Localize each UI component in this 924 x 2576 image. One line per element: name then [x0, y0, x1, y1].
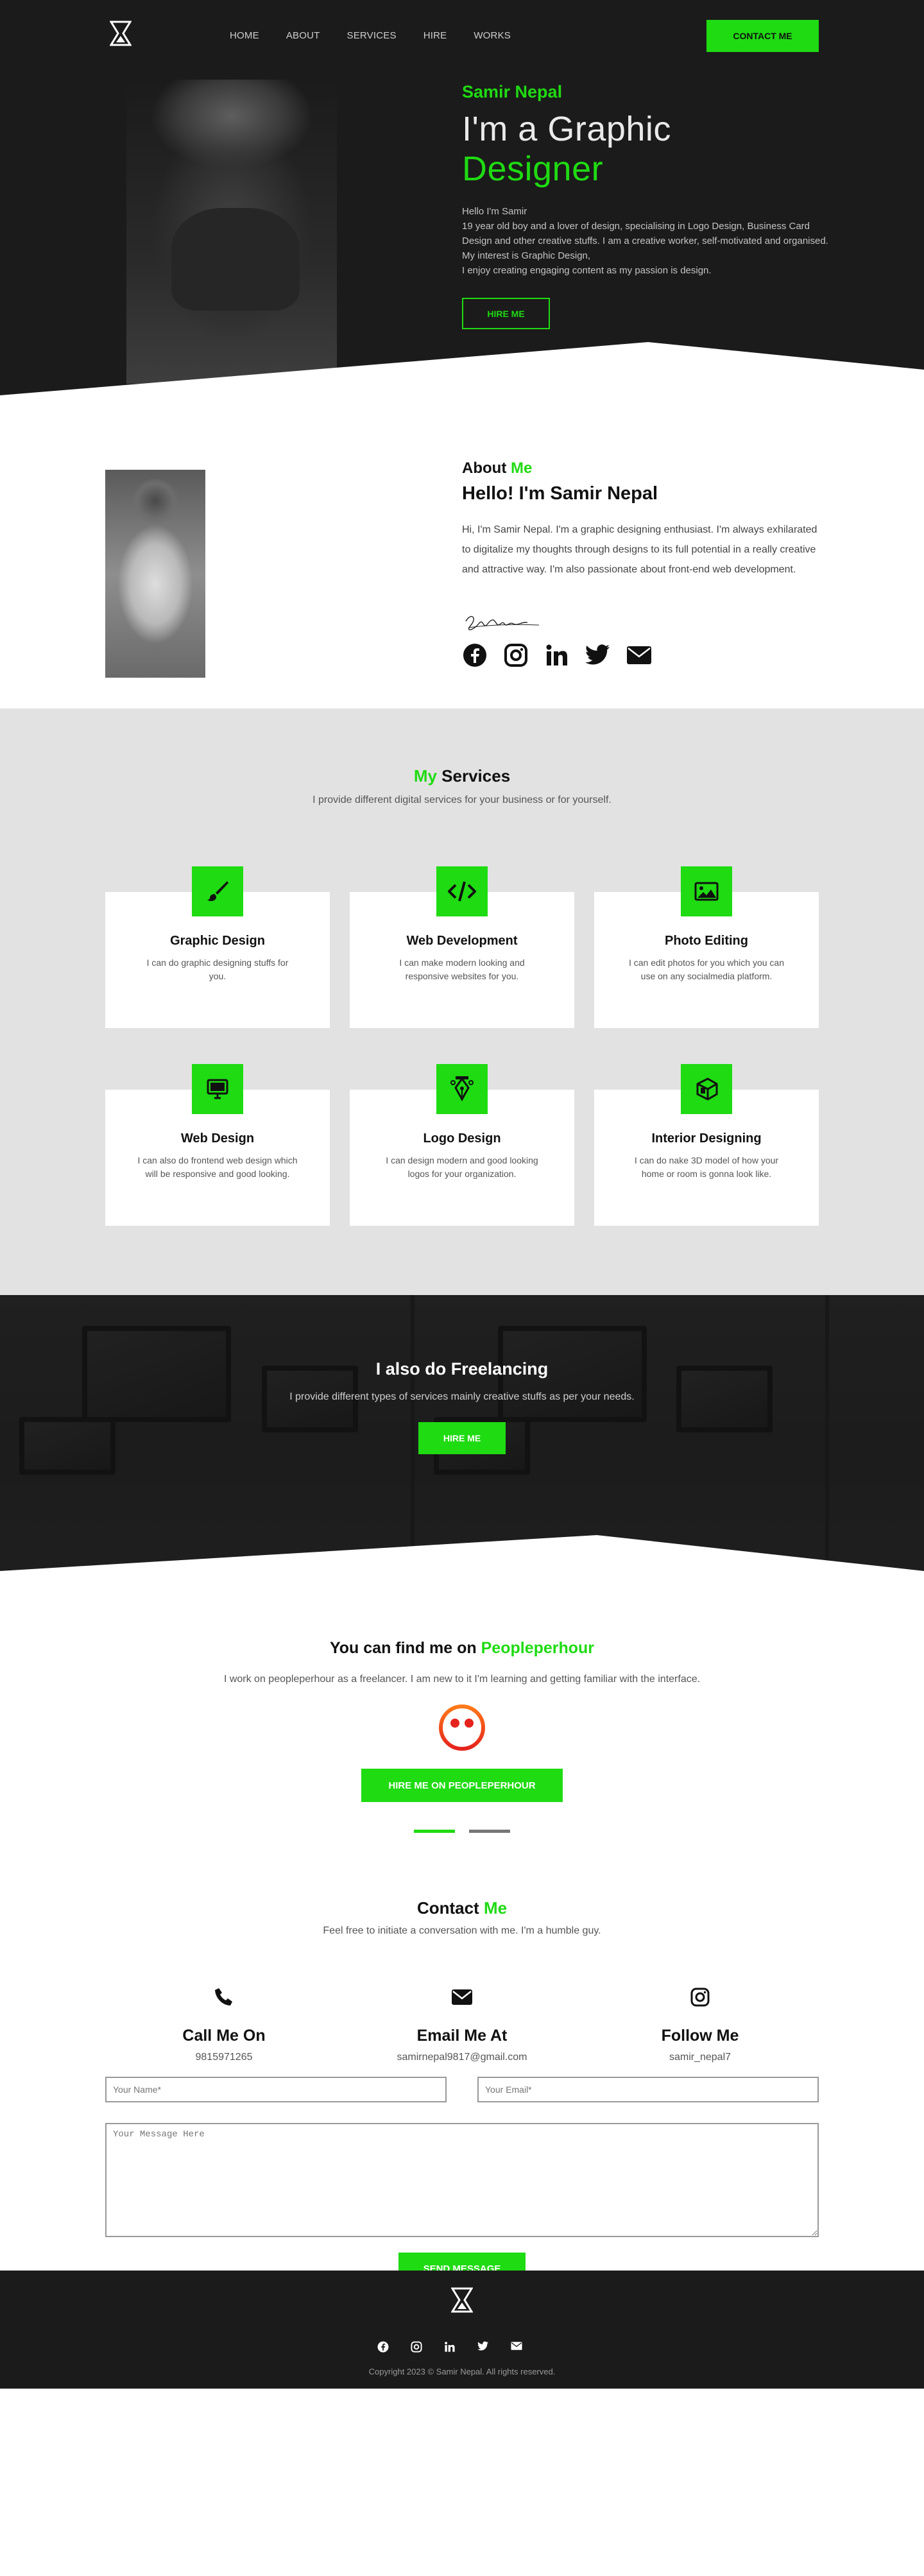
- service-card: Photo Editing I can edit photos for you …: [594, 866, 819, 1028]
- contact-title-a: Contact: [416, 1898, 484, 1918]
- services-title-b: Services: [436, 766, 511, 786]
- slider-indicator[interactable]: [469, 1830, 510, 1833]
- service-title: Web Development: [406, 934, 518, 948]
- instagram-icon[interactable]: [503, 642, 529, 668]
- copyright-text: Copyright 2023 © Samir Nepal. All rights…: [368, 2367, 556, 2376]
- contact-title: Contact Me: [0, 1898, 924, 1918]
- service-card: Web Development I can make modern lookin…: [350, 866, 574, 1028]
- peopleperhour-logo-icon: [439, 1704, 485, 1751]
- contact-email-value: samirnepal9817@gmail.com: [397, 2052, 527, 2063]
- contact-call: Call Me On 9815971265: [121, 1984, 327, 2063]
- linkedin-icon[interactable]: [544, 642, 570, 668]
- message-textarea[interactable]: [105, 2123, 819, 2237]
- logo-icon[interactable]: [451, 2287, 473, 2313]
- monitor-icon: [192, 1064, 243, 1114]
- email-input[interactable]: [477, 2077, 819, 2102]
- about-subheading: Hello! I'm Samir Nepal: [462, 483, 658, 504]
- service-title: Interior Designing: [651, 1131, 762, 1146]
- contact-call-title: Call Me On: [182, 2027, 266, 2045]
- about-heading-b: Me: [510, 459, 533, 477]
- about-text: Hi, I'm Samir Nepal. I'm a graphic desig…: [462, 524, 817, 575]
- footer: Copyright 2023 © Samir Nepal. All rights…: [0, 2271, 924, 2389]
- pen-nib-icon: [436, 1064, 488, 1114]
- phone-icon: [121, 1984, 327, 2010]
- envelope-icon[interactable]: [626, 642, 652, 668]
- hire-peopleperhour-button[interactable]: HIRE ME ON PEOPLEPERHOUR: [361, 1769, 563, 1802]
- service-desc: I can do graphic designing stuffs for yo…: [146, 957, 289, 981]
- services-section: My Services I provide different digital …: [0, 708, 924, 1295]
- freelance-section: I also do Freelancing I provide differen…: [0, 1295, 924, 1577]
- twitter-icon[interactable]: [585, 642, 611, 668]
- brush-icon: [192, 866, 243, 916]
- peopleperhour-section: You can find me on Peopleperhour I work …: [0, 1577, 924, 1868]
- image-icon: [681, 866, 732, 916]
- contact-email: Email Me At samirnepal9817@gmail.com: [359, 1984, 565, 2063]
- services-title: My Services: [0, 766, 924, 786]
- contact-email-title: Email Me At: [416, 2027, 508, 2045]
- hero-divider: [0, 342, 924, 395]
- service-title: Photo Editing: [665, 934, 748, 948]
- contact-phone-value: 9815971265: [195, 2052, 253, 2063]
- envelope-icon[interactable]: [511, 2341, 522, 2353]
- name-input[interactable]: [105, 2077, 447, 2102]
- services-subtitle: I provide different digital services for…: [312, 794, 612, 805]
- contact-follow: Follow Me samir_nepal7: [597, 1984, 803, 2063]
- service-title: Web Design: [180, 1131, 255, 1146]
- slider-indicator-active[interactable]: [414, 1830, 455, 1833]
- service-desc: I can edit photos for you which you can …: [628, 957, 785, 981]
- pph-title-a: You can find me on: [329, 1639, 481, 1657]
- envelope-icon: [359, 1984, 565, 2010]
- signature-icon: [465, 615, 540, 630]
- instagram-icon[interactable]: [411, 2341, 422, 2353]
- instagram-icon: [597, 1984, 803, 2010]
- service-card: Graphic Design I can do graphic designin…: [105, 866, 330, 1028]
- service-desc: I can do nake 3D model of how your home …: [634, 1155, 779, 1179]
- service-desc: I can also do frontend web design which …: [137, 1155, 298, 1179]
- contact-title-b: Me: [483, 1898, 508, 1918]
- twitter-icon[interactable]: [477, 2341, 489, 2353]
- about-socials: [462, 642, 652, 668]
- service-card: Interior Designing I can do nake 3D mode…: [594, 1064, 819, 1226]
- freelance-divider: [0, 1535, 924, 1577]
- facebook-icon[interactable]: [462, 642, 488, 668]
- service-title: Logo Design: [423, 1131, 501, 1146]
- pph-title: You can find me on Peopleperhour: [0, 1639, 924, 1658]
- facebook-icon[interactable]: [377, 2341, 389, 2353]
- services-title-a: My: [413, 766, 437, 786]
- service-title: Graphic Design: [170, 934, 265, 948]
- pph-title-b: Peopleperhour: [481, 1639, 595, 1657]
- pph-subtitle: I work on peopleperhour as a freelancer.…: [223, 1674, 701, 1685]
- service-card: Web Design I can also do frontend web de…: [105, 1064, 330, 1226]
- about-photo: [105, 470, 205, 678]
- hero-section: HOME ABOUT SERVICES HIRE WORKS CONTACT M…: [0, 0, 924, 395]
- service-desc: I can make modern looking and responsive…: [399, 957, 525, 981]
- linkedin-icon[interactable]: [444, 2341, 456, 2353]
- about-heading-a: About: [462, 459, 511, 477]
- contact-follow-title: Follow Me: [661, 2027, 739, 2045]
- footer-socials: [377, 2341, 522, 2353]
- about-heading: About Me: [462, 459, 532, 477]
- about-section: About Me Hello! I'm Samir Nepal Hi, I'm …: [0, 395, 924, 708]
- code-icon: [436, 866, 488, 916]
- contact-subtitle: Feel free to initiate a conversation wit…: [323, 1925, 601, 1936]
- contact-section: Contact Me Feel free to initiate a conve…: [0, 1868, 924, 2285]
- service-desc: I can design modern and good looking log…: [386, 1155, 538, 1179]
- contact-instagram-value: samir_nepal7: [669, 2052, 732, 2063]
- service-card: Logo Design I can design modern and good…: [350, 1064, 574, 1226]
- cube-icon: [681, 1064, 732, 1114]
